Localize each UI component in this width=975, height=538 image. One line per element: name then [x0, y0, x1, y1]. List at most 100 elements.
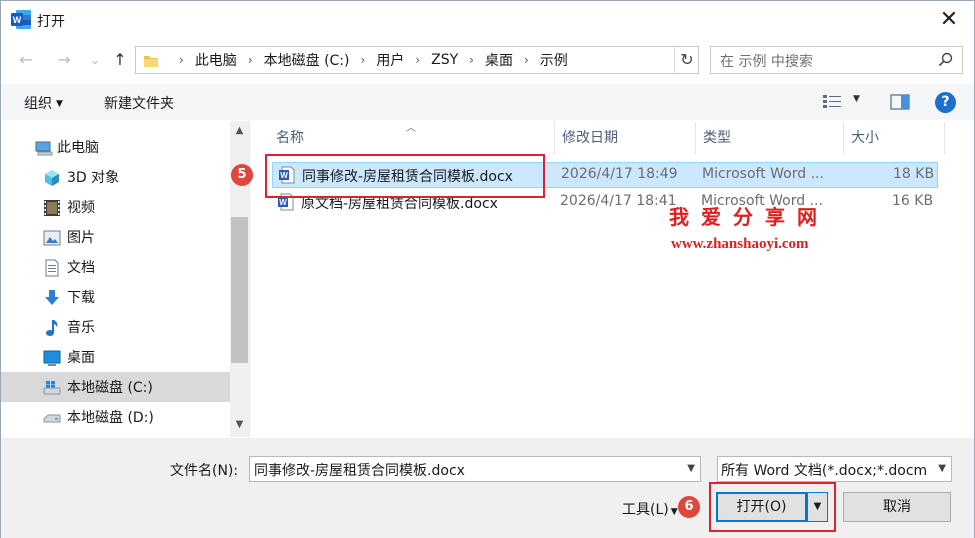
file-size: 18 KB	[893, 166, 935, 182]
svg-text:W: W	[279, 198, 287, 207]
svg-text:W: W	[13, 15, 22, 25]
navigation-pane: 此电脑 3D 对象 视频 图片 文档 下载 音乐 桌面 本地磁盘 (C:) 本地…	[1, 121, 230, 437]
sidebar-item-documents[interactable]: 文档	[1, 252, 230, 282]
cube-icon	[45, 170, 59, 186]
file-size: 16 KB	[892, 193, 934, 209]
sidebar-item-downloads[interactable]: 下载	[1, 282, 230, 312]
file-type-value[interactable]: 所有 Word 文档(*.docx;*.docm	[721, 460, 931, 480]
breadcrumb-separator[interactable]: ›	[415, 53, 420, 67]
sidebar-item-pictures[interactable]: 图片	[1, 222, 230, 252]
breadcrumb-desktop[interactable]: 桌面	[485, 50, 513, 70]
file-list-header: ︿ 名称 修改日期 类型 大小	[269, 122, 945, 154]
step-badge-5: 5	[231, 164, 253, 186]
sidebar-item-3d-objects[interactable]: 3D 对象	[1, 162, 230, 192]
sidebar-item-label: 音乐	[67, 320, 95, 336]
help-icon[interactable]: ?	[935, 92, 956, 113]
column-header-type[interactable]: 类型	[696, 122, 731, 154]
breadcrumb-separator[interactable]: ›	[361, 53, 366, 67]
close-button[interactable]: ✕	[938, 7, 960, 33]
breadcrumb-separator[interactable]: ›	[469, 53, 474, 67]
cancel-button[interactable]: 取消	[843, 492, 951, 522]
search-icon[interactable]	[938, 52, 953, 67]
sidebar-item-this-pc[interactable]: 此电脑	[1, 132, 230, 162]
up-button[interactable]: ↑	[109, 49, 131, 71]
sidebar-item-videos[interactable]: 视频	[1, 192, 230, 222]
sidebar-item-label: 3D 对象	[67, 170, 120, 186]
search-box[interactable]: 在 示例 中搜索	[710, 46, 963, 74]
search-placeholder[interactable]: 在 示例 中搜索	[720, 51, 813, 71]
breadcrumb-this-pc[interactable]: 此电脑	[195, 50, 237, 70]
download-icon	[45, 290, 59, 305]
tools-label: 工具(L)	[622, 502, 669, 518]
sidebar-item-drive-d[interactable]: 本地磁盘 (D:)	[1, 402, 230, 432]
breadcrumb: › 此电脑 › 本地磁盘 (C:) › 用户 › ZSY › 桌面 › 示例	[168, 47, 568, 73]
scroll-up-icon[interactable]: ▲	[230, 125, 249, 136]
command-bar: 组织 ▼ 新建文件夹 ▼ ?	[1, 84, 974, 120]
breadcrumb-users[interactable]: 用户	[376, 50, 404, 70]
chevron-down-icon[interactable]: ▼	[938, 463, 946, 474]
highlight-box-file	[265, 154, 545, 198]
view-options-icon[interactable]	[822, 94, 842, 110]
sort-ascending-icon: ︿	[406, 123, 416, 134]
dialog-footer: 文件名(N): 同事修改-房屋租赁合同模板.docx ▼ 所有 Word 文档(…	[1, 438, 974, 538]
column-header-name[interactable]: 名称	[269, 122, 304, 154]
view-dropdown-caret[interactable]: ▼	[853, 94, 860, 104]
breadcrumb-zsy[interactable]: ZSY	[431, 52, 458, 68]
open-file-dialog: W 打开 ✕ ← → ⌄ ↑ › 此电脑 › 本地磁盘 (C:) › 用户 › …	[0, 0, 975, 538]
refresh-button[interactable]: ↻	[676, 49, 698, 71]
highlight-box-open	[709, 482, 836, 532]
tools-menu[interactable]: 工具(L) ▼	[622, 499, 678, 519]
window-title: 打开	[37, 14, 65, 30]
sidebar-item-label: 本地磁盘 (C:)	[67, 380, 153, 396]
address-bar[interactable]: › 此电脑 › 本地磁盘 (C:) › 用户 › ZSY › 桌面 › 示例 ↻	[135, 46, 699, 74]
scroll-down-icon[interactable]: ▼	[230, 419, 249, 430]
back-button[interactable]: ←	[15, 49, 37, 71]
file-modified: 2026/4/17 18:49	[561, 166, 678, 182]
sidebar-item-music[interactable]: 音乐	[1, 312, 230, 342]
filename-label: 文件名(N):	[170, 463, 239, 479]
drive-icon	[43, 414, 61, 423]
filename-input[interactable]: 同事修改-房屋租赁合同模板.docx ▼	[249, 456, 701, 482]
scrollbar-thumb[interactable]	[231, 217, 248, 363]
file-modified: 2026/4/17 18:41	[560, 193, 677, 209]
sidebar-item-label: 下载	[67, 290, 95, 306]
sidebar-item-drive-c[interactable]: 本地磁盘 (C:)	[1, 372, 230, 402]
sidebar-item-desktop[interactable]: 桌面	[1, 342, 230, 372]
breadcrumb-separator[interactable]: ›	[524, 53, 529, 67]
sidebar-item-label: 视频	[67, 200, 95, 216]
watermark-url: www.zhanshaoyi.com	[671, 236, 809, 252]
step-badge-6: 6	[678, 496, 700, 518]
column-divider[interactable]	[944, 122, 945, 154]
breadcrumb-drive-c[interactable]: 本地磁盘 (C:)	[264, 50, 350, 70]
caret-down-icon: ▼	[670, 507, 678, 517]
filename-value[interactable]: 同事修改-房屋租赁合同模板.docx	[254, 460, 465, 480]
sidebar-item-label: 此电脑	[57, 140, 99, 156]
sidebar-item-label: 本地磁盘 (D:)	[67, 410, 154, 426]
desktop-icon	[43, 350, 61, 366]
sidebar-item-label: 图片	[67, 230, 95, 246]
chevron-down-icon[interactable]: ▼	[687, 463, 695, 474]
breadcrumb-separator[interactable]: ›	[248, 53, 253, 67]
recent-locations-button[interactable]: ⌄	[84, 49, 106, 71]
film-icon	[44, 200, 60, 216]
breadcrumb-example[interactable]: 示例	[540, 50, 568, 70]
column-header-size[interactable]: 大小	[844, 122, 879, 154]
column-header-modified[interactable]: 修改日期	[555, 122, 618, 154]
breadcrumb-separator: ›	[179, 53, 184, 67]
new-folder-button[interactable]: 新建文件夹	[104, 93, 174, 113]
organize-label: 组织	[24, 96, 52, 112]
file-type-select[interactable]: 所有 Word 文档(*.docx;*.docm ▼	[717, 456, 952, 482]
folder-icon	[144, 56, 158, 67]
preview-pane-icon[interactable]	[890, 94, 910, 110]
computer-icon	[35, 141, 53, 156]
forward-button[interactable]: →	[53, 49, 75, 71]
picture-icon	[43, 230, 61, 246]
address-divider	[674, 47, 675, 73]
document-icon	[45, 259, 59, 277]
music-icon	[46, 320, 58, 336]
word-icon: W	[11, 10, 31, 29]
organize-menu[interactable]: 组织 ▼	[24, 93, 63, 113]
watermark-title: 我爱分享网	[669, 205, 829, 229]
file-type: Microsoft Word ...	[702, 166, 824, 182]
sidebar-item-label: 桌面	[67, 350, 95, 366]
